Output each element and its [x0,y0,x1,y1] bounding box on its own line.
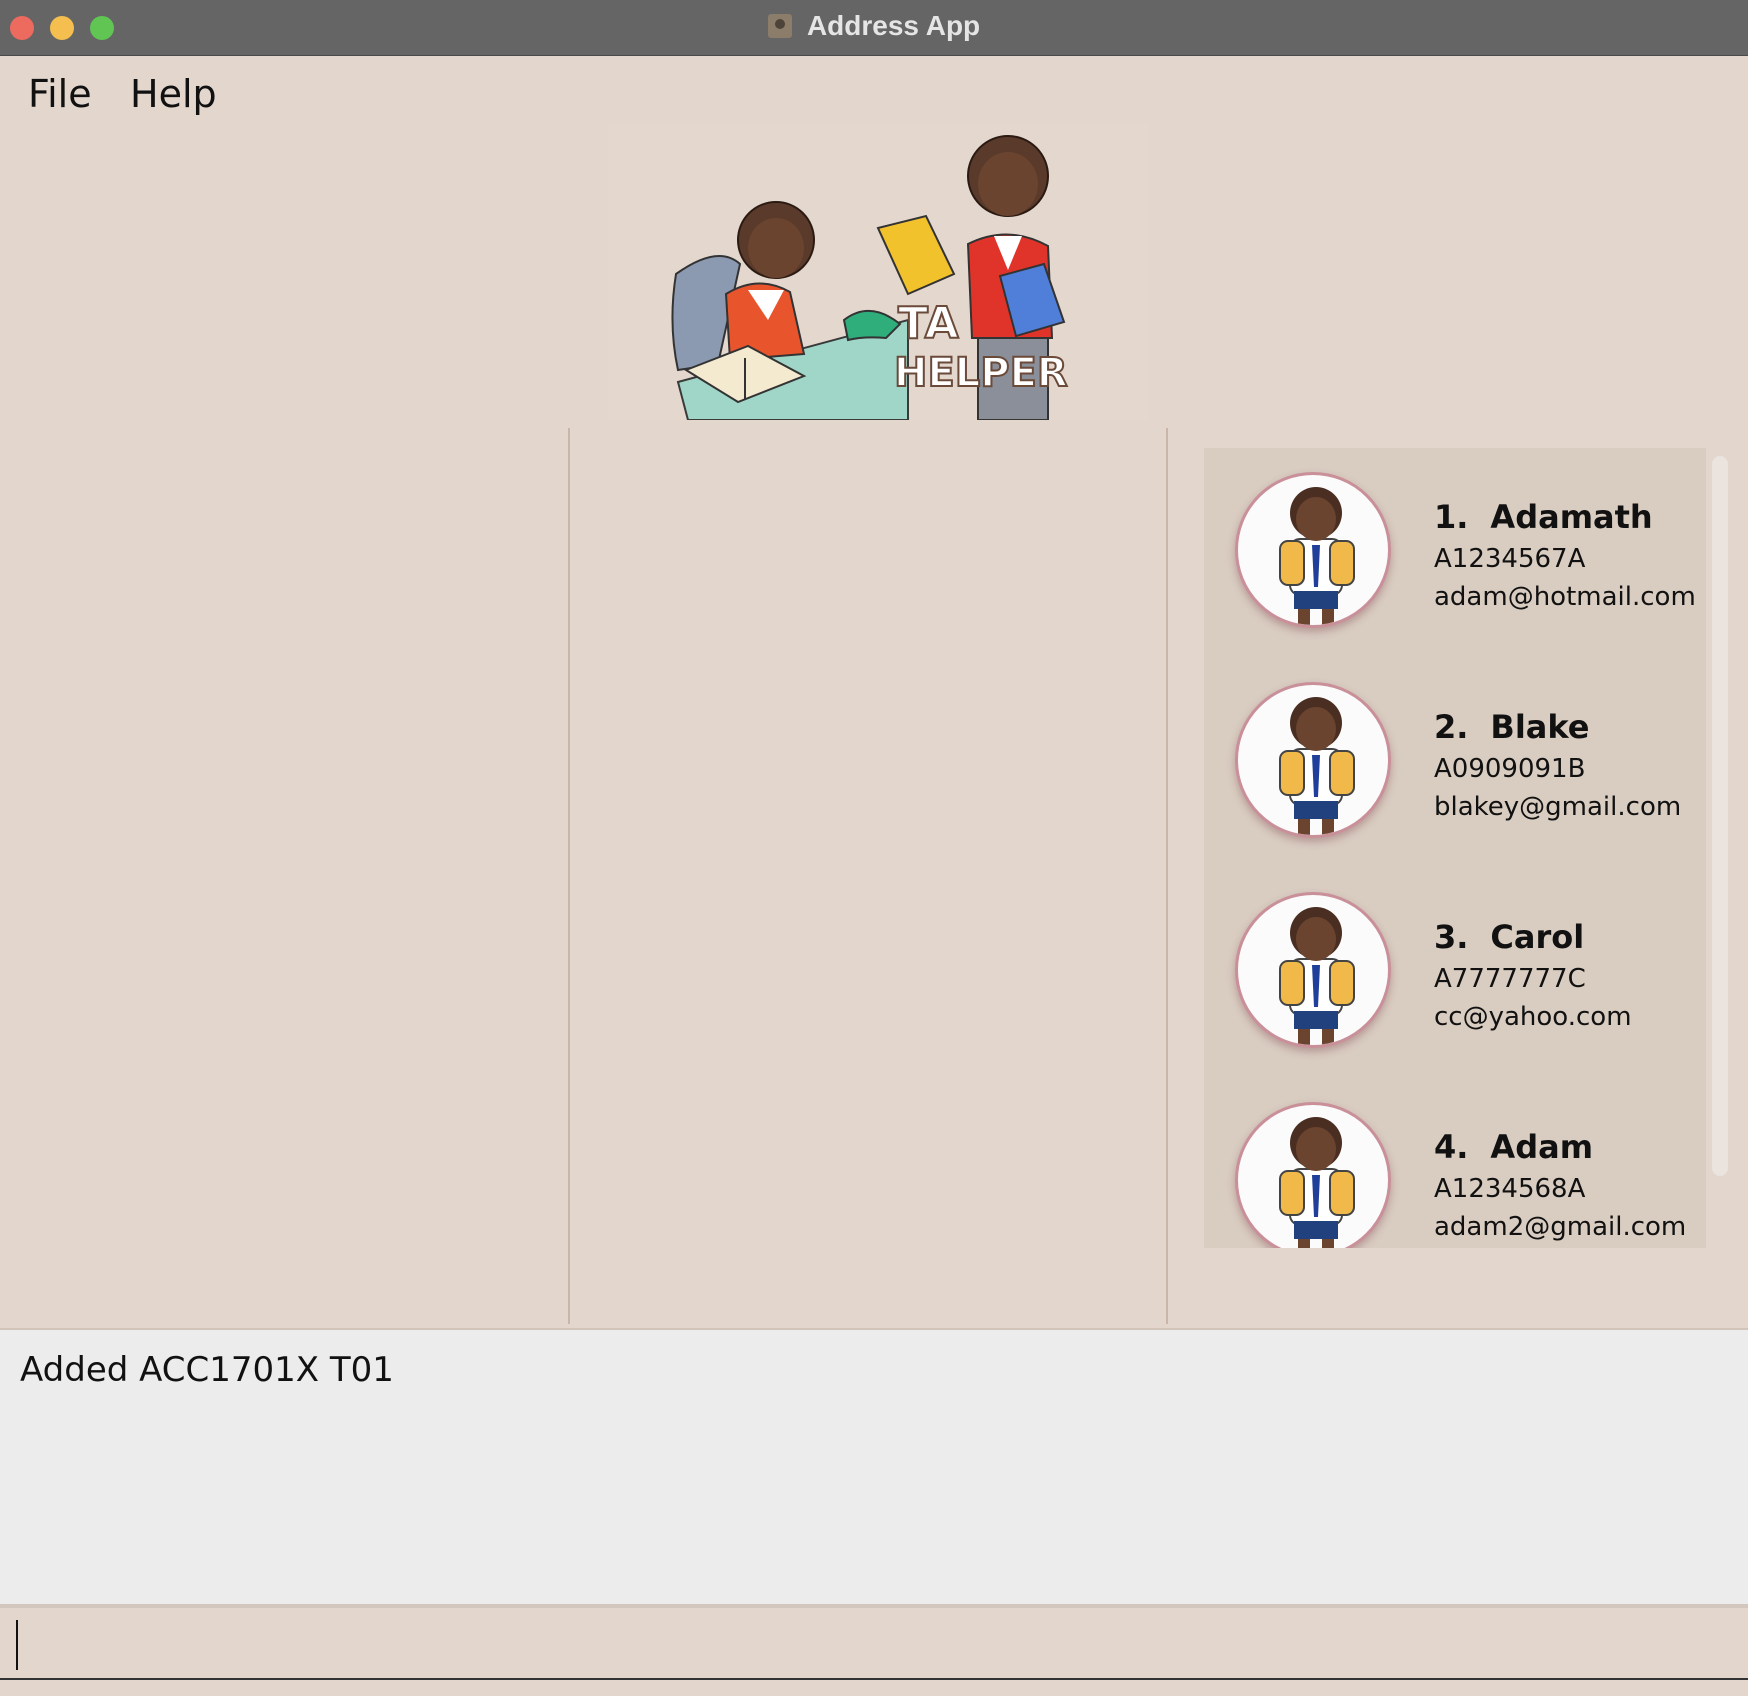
student-avatar-icon [1279,697,1355,835]
person-card[interactable]: 1. Adamath A1234567A adam@hotmail.com [1204,448,1706,658]
person-name: 1. Adamath [1434,498,1653,536]
logo-text-ta: TA [898,298,959,349]
person-email: cc@yahoo.com [1434,1002,1632,1032]
student-avatar-icon [1279,907,1355,1045]
person-name: 2. Blake [1434,708,1590,746]
person-list[interactable]: 1. Adamath A1234567A adam@hotmail.com 2. B… [1204,448,1706,1248]
column-divider-right[interactable] [1166,428,1168,1324]
student-avatar-icon [1279,487,1355,625]
person-card[interactable]: 4. Adam A1234568A adam2@gmail.com [1204,1078,1706,1248]
person-email: adam2@gmail.com [1434,1212,1687,1242]
person-student-id: A1234567A [1434,544,1586,574]
result-message: Added ACC1701X T01 [20,1350,394,1390]
person-index: 1. [1434,498,1469,536]
person-email: adam@hotmail.com [1434,582,1696,612]
student-avatar [1235,1102,1391,1248]
result-display: Added ACC1701X T01 [0,1328,1748,1604]
student-avatar-icon [1279,1117,1355,1248]
person-student-id: A0909091B [1434,754,1586,784]
person-name-text: Adam [1490,1128,1594,1166]
column-divider-left[interactable] [568,428,570,1324]
person-index: 2. [1434,708,1469,746]
person-student-id: A7777777C [1434,964,1586,994]
logo-text-helper: HELPER [894,350,1068,396]
person-name-text: Blake [1490,708,1590,746]
person-card[interactable]: 3. Carol A7777777C cc@yahoo.com [1204,868,1706,1078]
person-index: 3. [1434,918,1469,956]
person-name-text: Carol [1490,918,1585,956]
person-student-id: A1234568A [1434,1174,1586,1204]
menu-help[interactable]: Help [130,72,217,116]
person-name: 3. Carol [1434,918,1584,956]
ta-helper-logo: TA HELPER [608,124,1148,420]
contacts-app-icon [767,14,792,38]
text-cursor [16,1620,18,1670]
person-name: 4. Adam [1434,1128,1593,1166]
person-index: 4. [1434,1128,1469,1166]
person-email: blakey@gmail.com [1434,792,1682,822]
window-titlebar: Address App [0,0,1748,56]
student-avatar [1235,472,1391,628]
person-list-scrollbar[interactable] [1712,456,1728,1176]
menu-file[interactable]: File [28,72,92,116]
person-name-text: Adamath [1490,498,1653,536]
student-avatar [1235,892,1391,1048]
window-title: Address App [806,10,981,41]
person-card[interactable]: 2. Blake A0909091B blakey@gmail.com [1204,658,1706,868]
student-avatar [1235,682,1391,838]
menu-bar: File Help [0,58,1748,128]
window-title-wrap: Address App [0,10,1748,42]
command-input[interactable] [0,1604,1748,1680]
